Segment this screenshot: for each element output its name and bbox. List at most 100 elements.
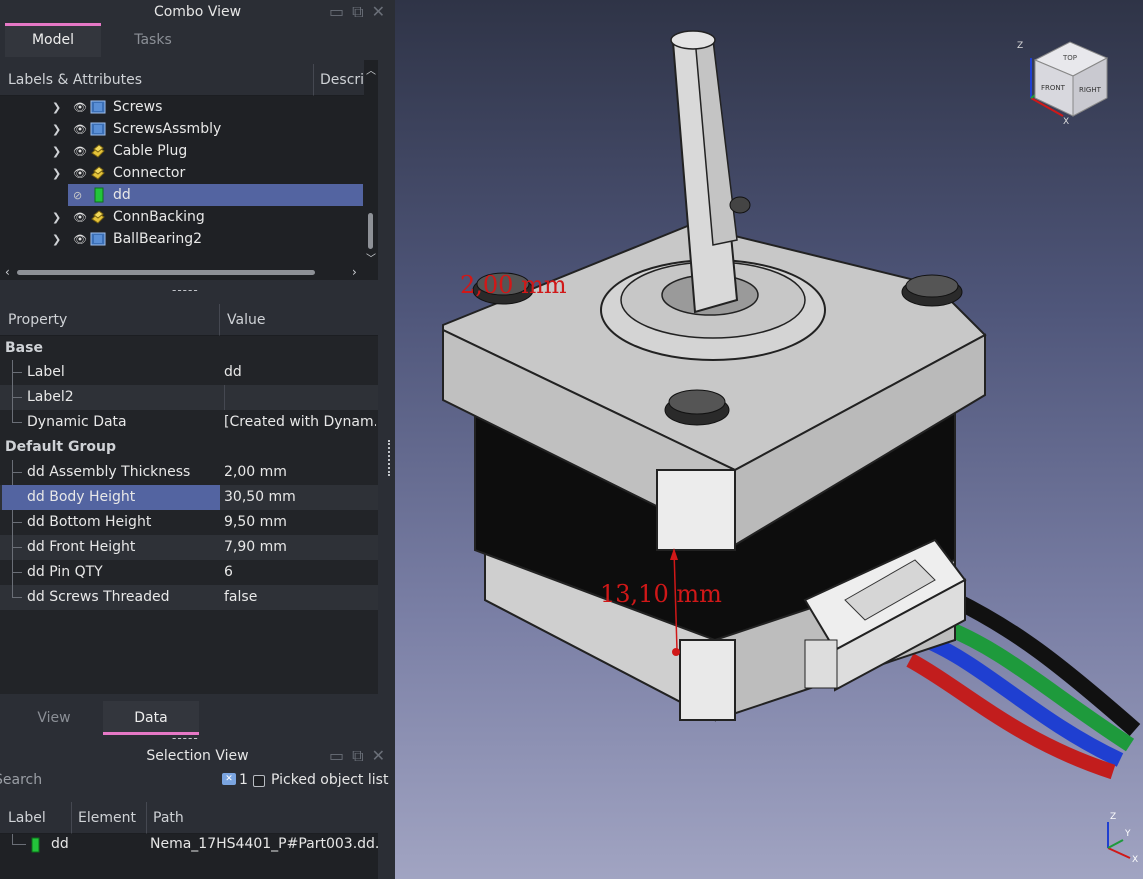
tree-line (12, 522, 22, 523)
property-name: Label2 (27, 389, 74, 405)
group-default[interactable]: Default Group (0, 435, 378, 460)
picked-object-checkbox[interactable] (253, 775, 265, 787)
nav-right[interactable]: RIGHT (1079, 86, 1102, 94)
splitter-handle[interactable]: ----- (172, 731, 199, 745)
chevron-right-icon[interactable]: ❯ (52, 167, 61, 180)
tree-item[interactable]: ❯ 👁 ConnBacking (0, 206, 363, 228)
property-row[interactable]: Label2 (0, 385, 378, 410)
panel-resize-handle[interactable] (388, 440, 391, 476)
tree-line (12, 422, 22, 423)
property-value[interactable]: 9,50 mm (224, 510, 376, 535)
model-tree[interactable]: ❯ 👁 Screws ❯ 👁 ScrewsAssmbly ❯ 👁 Cable P… (0, 96, 378, 266)
col-element-header[interactable]: Element (72, 802, 147, 834)
clear-search-icon[interactable]: ✕ (222, 773, 236, 785)
tree-item-label: dd (113, 187, 131, 203)
property-row[interactable]: Label dd (0, 360, 378, 385)
property-value[interactable]: false (224, 585, 376, 610)
tree-line (12, 834, 13, 844)
tab-tasks[interactable]: Tasks (105, 23, 201, 57)
group-base[interactable]: Base (0, 336, 378, 361)
combo-tabs: Model Tasks (5, 23, 201, 57)
close-icon[interactable]: ✕ (372, 748, 385, 764)
property-row[interactable]: dd Bottom Height 9,50 mm (0, 510, 378, 535)
selection-row-path: Nema_17HS4401_P#Part003.dd. (150, 836, 380, 852)
visibility-eye-icon[interactable]: 👁 (73, 233, 87, 246)
scroll-up-icon[interactable]: ︿ (366, 62, 376, 77)
property-row-selected[interactable]: dd Body Height 30,50 mm (0, 485, 378, 510)
tree-item-label: ScrewsAssmbly (113, 121, 222, 137)
scroll-down-icon[interactable]: ﹀ (366, 250, 376, 265)
chevron-right-icon[interactable]: ❯ (52, 101, 61, 114)
col-path-header[interactable]: Path (147, 802, 378, 834)
part-icon (90, 100, 106, 114)
picked-object-label: Picked object list (271, 772, 389, 788)
property-row[interactable]: dd Pin QTY 6 (0, 560, 378, 585)
property-value[interactable]: 6 (224, 560, 376, 585)
tree-item[interactable]: ❯ 👁 Connector (0, 162, 363, 184)
tree-header-labels[interactable]: Labels & Attributes (0, 64, 313, 96)
visibility-eye-icon[interactable]: 👁 (73, 211, 87, 224)
corner-chamfer (656, 469, 736, 551)
hidden-eye-icon[interactable]: ⊘ (73, 189, 82, 202)
selection-count: 1 (239, 772, 248, 788)
tree-item[interactable]: ❯ 👁 Cable Plug (0, 140, 363, 162)
property-value[interactable]: 2,00 mm (224, 460, 376, 485)
property-value[interactable]: dd (224, 360, 376, 385)
undock-icon[interactable]: ⧉ (352, 4, 363, 20)
property-editor: Base Label dd Label2 Dynamic Data [Creat… (0, 336, 378, 694)
nav-top[interactable]: TOP (1062, 54, 1077, 62)
tree-item-selected[interactable]: ⊘ dd (68, 184, 363, 206)
combo-dock-buttons: ▭ ⧉ ✕ (329, 0, 385, 24)
scroll-left-icon[interactable]: ‹ (5, 265, 10, 279)
property-name: dd Pin QTY (27, 564, 103, 580)
property-row[interactable]: Dynamic Data [Created with Dynam... (0, 410, 378, 435)
scroll-right-icon[interactable]: › (352, 265, 357, 279)
chevron-right-icon[interactable]: ❯ (52, 211, 61, 224)
tree-horizontal-scroll-thumb[interactable] (17, 270, 315, 275)
shaft-tip (670, 30, 716, 50)
selection-dock-buttons: ▭ ⧉ ✕ (329, 744, 385, 768)
splitter-handle[interactable]: ----- (172, 283, 199, 297)
chevron-right-icon[interactable]: ❯ (52, 123, 61, 136)
tree-header-description[interactable]: Descri (313, 64, 364, 96)
property-row[interactable]: dd Screws Threaded false (0, 585, 378, 610)
value-header[interactable]: Value (220, 304, 378, 336)
dimension-label-1[interactable]: 2,00 mm (460, 271, 567, 299)
visibility-eye-icon[interactable]: 👁 (73, 167, 87, 180)
tree-item[interactable]: ❯ 👁 ScrewsAssmbly (0, 118, 363, 140)
selection-search-input[interactable]: Search (0, 772, 209, 792)
visibility-eye-icon[interactable]: 👁 (73, 101, 87, 114)
float-icon[interactable]: ▭ (329, 748, 344, 764)
tree-item[interactable]: ❯ 👁 Screws (0, 96, 363, 118)
visibility-eye-icon[interactable]: 👁 (73, 145, 87, 158)
float-icon[interactable]: ▭ (329, 4, 344, 20)
tab-data[interactable]: Data (103, 701, 199, 735)
chevron-right-icon[interactable]: ❯ (52, 233, 61, 246)
stepper-motor-model[interactable]: 2,00 mm 13,10 mm Z X TOP FRONT RIGHT Z Y… (395, 0, 1143, 879)
property-value[interactable]: [Created with Dynam... (224, 410, 376, 435)
property-header[interactable]: Property (0, 304, 220, 336)
property-row[interactable]: dd Assembly Thickness 2,00 mm (0, 460, 378, 485)
tree-item[interactable]: ❯ 👁 BallBearing2 (0, 228, 363, 250)
chevron-right-icon[interactable]: ❯ (52, 145, 61, 158)
col-label-header[interactable]: Label (0, 802, 72, 834)
axis-y-label: Y (1124, 829, 1131, 839)
property-value[interactable] (224, 385, 376, 410)
tree-vertical-scroll-thumb[interactable] (368, 213, 373, 249)
property-value[interactable]: 7,90 mm (224, 535, 376, 560)
tab-model[interactable]: Model (5, 23, 101, 57)
tab-view[interactable]: View (5, 701, 103, 735)
property-name: dd Assembly Thickness (27, 464, 191, 480)
property-value[interactable]: 30,50 mm (224, 485, 376, 510)
dimension-label-2[interactable]: 13,10 mm (600, 580, 722, 608)
selection-row[interactable]: dd Nema_17HS4401_P#Part003.dd. (0, 834, 380, 856)
property-row[interactable]: dd Front Height 7,90 mm (0, 535, 378, 560)
assembly-icon (91, 144, 105, 158)
navigation-cube[interactable]: Z X TOP FRONT RIGHT (1017, 41, 1109, 127)
3d-viewport[interactable]: 2,00 mm 13,10 mm Z X TOP FRONT RIGHT Z Y… (395, 0, 1143, 879)
close-icon[interactable]: ✕ (372, 4, 385, 20)
left-panel: Combo View ▭ ⧉ ✕ Model Tasks Labels & At… (0, 0, 395, 879)
nav-front[interactable]: FRONT (1041, 84, 1066, 92)
visibility-eye-icon[interactable]: 👁 (73, 123, 87, 136)
undock-icon[interactable]: ⧉ (352, 748, 363, 764)
